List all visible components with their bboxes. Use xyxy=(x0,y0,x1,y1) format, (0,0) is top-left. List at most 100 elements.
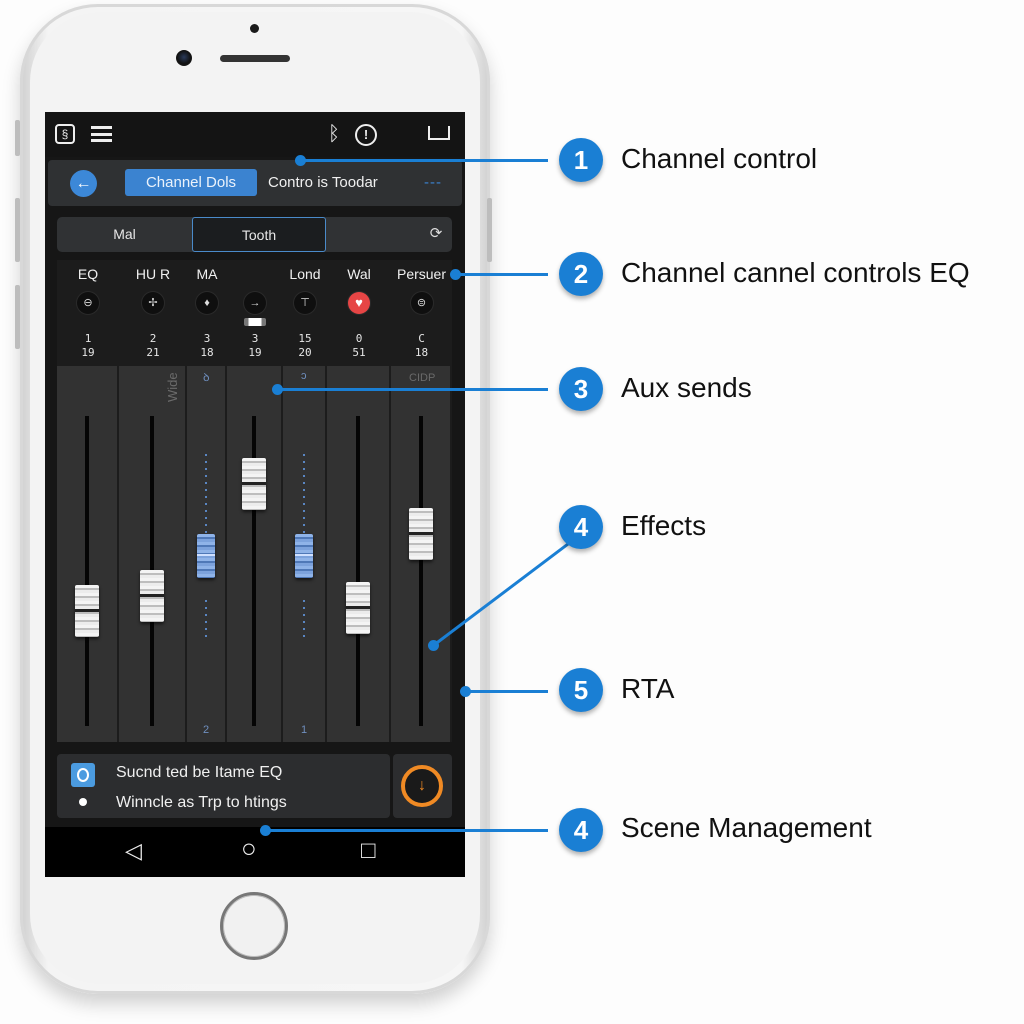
channel-knob-icon[interactable]: ♦ xyxy=(196,292,218,314)
front-camera xyxy=(176,50,192,66)
callout-3-label: Aux sends xyxy=(621,372,752,403)
callout-1-badge: 1 xyxy=(559,138,603,182)
scene-management-card[interactable]: Sucnd ted be Itame EQ Winncle as Trp to … xyxy=(57,754,390,818)
channel-numbers: 3 19 xyxy=(227,332,283,360)
mute-switch xyxy=(15,120,20,156)
status-bar: § ᛒ ! xyxy=(45,112,465,157)
fader-track xyxy=(356,416,360,726)
callout-5-badge: 5 xyxy=(559,668,603,712)
channel-knob-icon[interactable]: ✢ xyxy=(142,292,164,314)
refresh-icon[interactable]: ⟳ xyxy=(427,225,445,243)
callout-2-line xyxy=(455,273,548,276)
channel-number: 3 xyxy=(251,332,259,345)
home-button[interactable] xyxy=(220,892,288,960)
download-card: ↓ xyxy=(393,754,452,818)
channel-strip xyxy=(327,366,391,742)
channel-numbers: 15 20 xyxy=(283,332,327,360)
aux-bottom-mark: 1 xyxy=(301,724,308,736)
app-screen: § ᛒ ! ← Channel Dols Contro is Toodar --… xyxy=(45,112,465,877)
aux-fader-handle[interactable] xyxy=(295,533,313,578)
callout-3-line xyxy=(277,388,548,391)
channel-number: 1 xyxy=(84,332,92,345)
volume-up-button xyxy=(15,198,20,262)
hamburger-menu-icon[interactable] xyxy=(91,126,112,142)
mini-toggle[interactable] xyxy=(244,318,266,326)
scene-app-icon xyxy=(71,763,95,787)
channel-strip: ꝺ2 xyxy=(187,366,227,742)
callout-1-label: Channel control xyxy=(621,143,818,174)
channel-value: 21 xyxy=(146,346,160,359)
channel-value: 19 xyxy=(248,346,262,359)
fader-handle[interactable] xyxy=(346,582,370,635)
channel-value: 19 xyxy=(81,346,95,359)
channel-knob-icon[interactable]: ⊜ xyxy=(410,292,433,314)
aux-send-meter xyxy=(303,599,305,640)
nav-back-icon[interactable]: ◁ xyxy=(125,839,142,863)
channel-numbers: 0 51 xyxy=(327,332,391,360)
back-button[interactable]: ← xyxy=(70,170,97,197)
callout-5-label: RTA xyxy=(621,673,675,704)
channel-value: 18 xyxy=(200,346,214,359)
channel-name: MA xyxy=(196,266,218,282)
channel-knob-icon[interactable]: ⊤ xyxy=(294,292,316,314)
channel-knob-icon[interactable]: → xyxy=(244,292,266,314)
callout-2-badge: 2 xyxy=(559,252,603,296)
channel-value: 20 xyxy=(298,346,312,359)
channel-strip: ɔ1 xyxy=(283,366,327,742)
download-icon: ↓ xyxy=(418,777,426,794)
channel-numbers: 2 21 xyxy=(119,332,187,360)
channel-value: 18 xyxy=(414,346,429,359)
scene-line-2: Winncle as Trp to htings xyxy=(116,794,287,811)
callout-4-label: Effects xyxy=(621,510,707,541)
callout-6-line xyxy=(265,829,548,832)
channel-name: EQ xyxy=(77,266,99,282)
mixer-panel: EQ ⊖ 1 19 HU R ✢ 2 21 Wide MA ♦ 3 18 ꝺ 2 → 3 19 Lond ⊤ 15 20 ɔ… xyxy=(57,260,452,742)
channel-number: 0 xyxy=(355,332,363,345)
tab-channel-dols[interactable]: Channel Dols xyxy=(125,169,257,196)
channel-strip xyxy=(57,366,119,742)
nav-home-icon[interactable]: ○ xyxy=(241,835,257,861)
channel-number: 3 xyxy=(203,332,211,345)
fader-handle[interactable] xyxy=(140,569,164,622)
strip-label: Wide xyxy=(165,372,180,402)
download-button[interactable]: ↓ xyxy=(401,765,443,807)
fader-handle[interactable] xyxy=(242,458,266,511)
channel-header: EQ ⊖ 1 19 xyxy=(57,260,119,366)
channel-header: → 3 19 xyxy=(227,260,283,366)
app-logo-icon[interactable]: § xyxy=(55,124,75,144)
channel-strip: Wide xyxy=(119,366,187,742)
channel-strip xyxy=(227,366,283,742)
channel-knob-icon[interactable]: ♥ xyxy=(348,292,370,314)
power-button xyxy=(487,198,492,262)
segment-tooth[interactable]: Tooth xyxy=(192,217,326,252)
bluetooth-icon: ᛒ xyxy=(328,123,340,145)
channel-strip: CIDP xyxy=(391,366,452,742)
channel-header: Wal ♥ 0 51 xyxy=(327,260,391,366)
channel-numbers: C 18 xyxy=(391,332,452,360)
callout-2-label: Channel cannel controls EQ xyxy=(621,257,970,288)
channel-name: Persuer xyxy=(396,266,447,282)
channel-toolbar: ← Channel Dols Contro is Toodar --- xyxy=(48,160,462,206)
fader-handle[interactable] xyxy=(75,585,99,638)
aux-fader-handle[interactable] xyxy=(197,533,215,578)
proximity-sensor xyxy=(250,24,259,33)
callout-5-line xyxy=(465,690,548,693)
channel-header: Persuer ⊜ C 18 xyxy=(391,260,452,366)
callout-6-badge: 4 xyxy=(559,808,603,852)
fader-handle[interactable] xyxy=(408,507,433,560)
callout-4-badge: 4 xyxy=(559,505,603,549)
channel-name: Lond xyxy=(289,266,321,282)
android-nav-bar: ◁ ○ □ xyxy=(45,827,465,877)
nav-recents-icon[interactable]: □ xyxy=(361,839,376,863)
aux-top-mark: ɔ xyxy=(301,370,307,382)
segment-mal[interactable]: Mal xyxy=(57,217,192,252)
battery-icon xyxy=(428,126,450,140)
view-segment-control: Mal Tooth ⟳ xyxy=(57,217,452,252)
channel-knob-icon[interactable]: ⊖ xyxy=(77,292,99,314)
more-options-button[interactable]: --- xyxy=(424,169,442,196)
tab-controls-toolbar[interactable]: Contro is Toodar xyxy=(268,169,378,196)
callout-6-label: Scene Management xyxy=(621,812,872,843)
back-arrow-icon: ← xyxy=(75,175,92,192)
strip-label: CIDP xyxy=(409,372,436,384)
callout-3-badge: 3 xyxy=(559,367,603,411)
